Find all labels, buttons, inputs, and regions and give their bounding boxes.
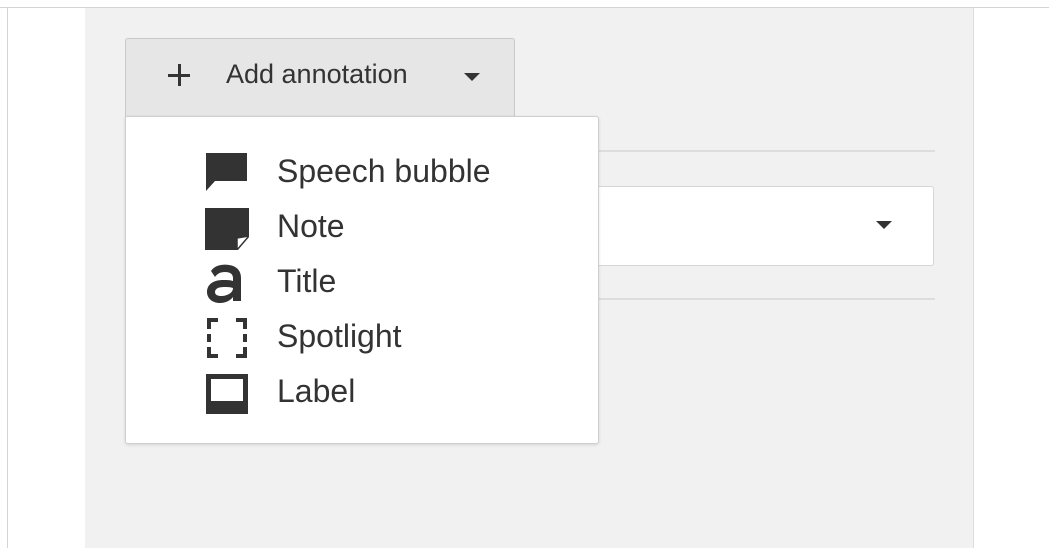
- divider: [598, 298, 935, 300]
- annotation-select[interactable]: [598, 186, 934, 266]
- menu-item-label-type[interactable]: Label: [126, 363, 598, 418]
- spotlight-icon: [207, 318, 247, 358]
- label-icon: [206, 374, 248, 414]
- note-icon: [205, 208, 249, 250]
- title-icon: [207, 264, 241, 303]
- menu-item-note[interactable]: Note: [126, 198, 598, 253]
- menu-item-label: Title: [277, 263, 337, 299]
- menu-item-label: Note: [277, 208, 345, 244]
- plus-icon: [168, 64, 190, 86]
- caret-down-icon: [464, 73, 480, 81]
- menu-item-label: Label: [277, 373, 356, 409]
- menu-item-label: Speech bubble: [277, 153, 491, 189]
- annotation-type-menu: Speech bubble Note Title Spotlight Label: [125, 116, 599, 444]
- menu-item-title[interactable]: Title: [126, 253, 598, 308]
- speech-bubble-icon: [206, 153, 247, 191]
- add-annotation-label: Add annotation: [226, 59, 408, 89]
- menu-item-speech-bubble[interactable]: Speech bubble: [126, 143, 598, 198]
- caret-down-icon: [876, 221, 892, 229]
- menu-item-label: Spotlight: [277, 318, 402, 354]
- add-annotation-button[interactable]: Add annotation: [125, 38, 515, 116]
- frame-left-border: [7, 7, 8, 548]
- menu-item-spotlight[interactable]: Spotlight: [126, 308, 598, 363]
- divider: [598, 150, 935, 152]
